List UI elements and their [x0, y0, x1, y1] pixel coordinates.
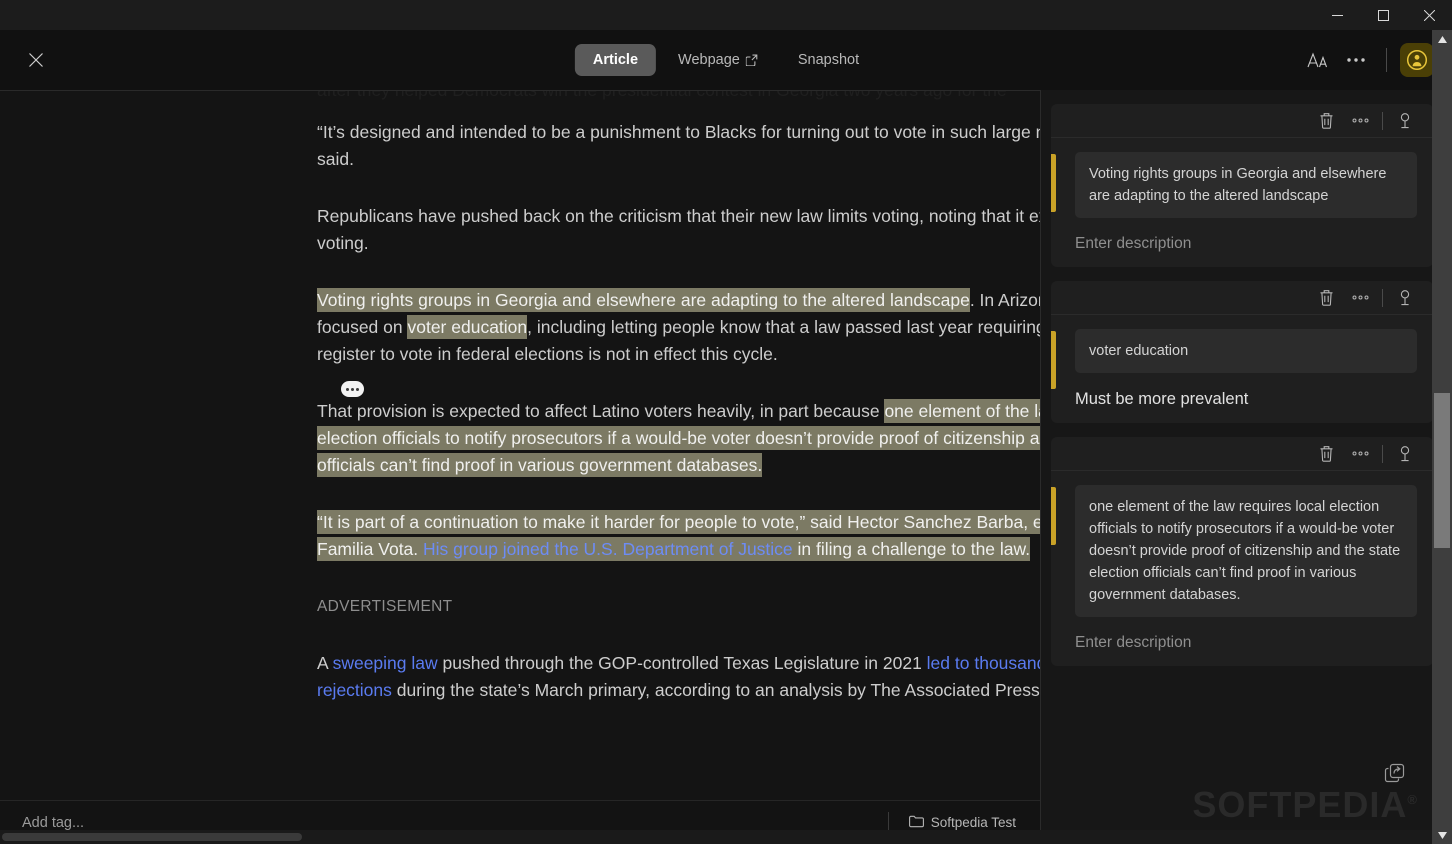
trash-icon[interactable] [1314, 286, 1338, 310]
font-size-icon[interactable] [1301, 43, 1335, 77]
close-reader-button[interactable] [22, 46, 50, 74]
highlighted-text: in filing a challenge to the law. [792, 537, 1031, 561]
highlight-card[interactable]: one element of the law requires local el… [1051, 437, 1432, 666]
highlight-card-body: voter education [1051, 315, 1432, 389]
window-titlebar [0, 0, 1452, 30]
pin-icon[interactable] [1393, 109, 1417, 133]
article-link[interactable]: sweeping law [333, 653, 438, 673]
window-maximize-button[interactable] [1360, 0, 1406, 30]
export-share-icon[interactable] [1380, 758, 1410, 788]
highlight-accent-bar [1051, 487, 1056, 545]
horizontal-scrollbar[interactable] [0, 830, 1432, 844]
highlight-quote-text[interactable]: voter education [1075, 329, 1417, 373]
folder-icon [908, 815, 924, 831]
reader-toolbar: Article Webpage Snapshot [0, 30, 1452, 90]
article-text: That provision is expected to affect Lat… [317, 401, 885, 421]
trash-icon[interactable] [1314, 442, 1338, 466]
tab-webpage[interactable]: Webpage [660, 44, 776, 76]
article-paragraph: “It’s designed and intended to be a puni… [317, 119, 1040, 173]
reader-window: after they helped Democrats win the pres… [0, 0, 1452, 844]
folder-name: Softpedia Test [930, 815, 1016, 830]
highlight-quote-text[interactable]: Voting rights groups in Georgia and else… [1075, 152, 1417, 218]
highlight-description-placeholder[interactable]: Enter description [1051, 617, 1432, 652]
article-text: pushed through the GOP-controlled Texas … [437, 653, 927, 673]
highlight-card-toolbar [1051, 104, 1432, 138]
horizontal-scroll-thumb[interactable] [2, 833, 302, 841]
highlight-card-toolbar [1051, 281, 1432, 315]
highlight-quote-text[interactable]: one element of the law requires local el… [1075, 485, 1417, 617]
softpedia-watermark: SOFTPEDIA® [1192, 784, 1418, 825]
add-tag-input[interactable]: Add tag... [22, 815, 888, 831]
highlights-sidebar: Voting rights groups in Georgia and else… [1040, 90, 1432, 844]
folder-indicator[interactable]: Softpedia Test [908, 815, 1016, 831]
article-text: A [317, 653, 333, 673]
pin-icon[interactable] [1393, 286, 1417, 310]
inline-note-indicator[interactable] [341, 381, 364, 397]
trash-icon[interactable] [1314, 109, 1338, 133]
highlighted-text: voter education [407, 315, 528, 339]
article-body: since 1992.ADVERTISEMENT“It’s designed a… [317, 91, 1040, 734]
more-options-icon[interactable] [1348, 442, 1372, 466]
highlight-accent-bar [1051, 154, 1056, 212]
article-pane[interactable]: after they helped Democrats win the pres… [0, 90, 1040, 844]
article-text: “It’s designed and intended to be a puni… [317, 122, 1040, 169]
tab-label: Snapshot [797, 52, 860, 68]
article-paragraph: Republicans have pushed back on the crit… [317, 203, 1040, 257]
highlight-card[interactable]: Voting rights groups in Georgia and else… [1051, 104, 1432, 267]
pin-icon[interactable] [1393, 442, 1417, 466]
article-paragraph: A sweeping law pushed through the GOP-co… [317, 650, 1040, 704]
highlight-description-placeholder[interactable]: Enter description [1051, 218, 1432, 253]
card-toolbar-divider [1382, 288, 1383, 307]
more-options-icon[interactable] [1339, 43, 1373, 77]
tab-label: Article [592, 52, 639, 68]
tab-article[interactable]: Article [574, 44, 657, 76]
vertical-scrollbar[interactable] [1432, 30, 1452, 844]
article-paragraph: “It is part of a continuation to make it… [317, 509, 1040, 563]
more-options-icon[interactable] [1348, 109, 1372, 133]
highlighted-text: Voting rights groups in Georgia and else… [317, 288, 970, 312]
highlight-card-body: one element of the law requires local el… [1051, 471, 1432, 617]
tab-label: Webpage [678, 52, 740, 68]
scroll-down-arrow[interactable] [1432, 826, 1452, 844]
article-text: Republicans have pushed back on the crit… [317, 206, 1040, 253]
article-text: ADVERTISEMENT [317, 598, 453, 615]
external-link-icon [745, 54, 758, 66]
card-toolbar-divider [1382, 444, 1383, 463]
article-paragraph: Voting rights groups in Georgia and else… [317, 287, 1040, 368]
highlighted-link: His group joined the U.S. Department of … [423, 537, 793, 561]
highlight-card-body: Voting rights groups in Georgia and else… [1051, 138, 1432, 218]
highlight-card[interactable]: voter education Must be more prevalent [1051, 281, 1432, 423]
scroll-up-arrow[interactable] [1432, 30, 1452, 48]
highlight-description[interactable]: Must be more prevalent [1051, 373, 1432, 409]
highlight-accent-bar [1051, 331, 1056, 389]
more-options-icon[interactable] [1348, 286, 1372, 310]
tab-snapshot[interactable]: Snapshot [780, 44, 877, 76]
view-mode-tabs: Article Webpage Snapshot [574, 44, 877, 76]
window-close-button[interactable] [1406, 0, 1452, 30]
window-minimize-button[interactable] [1314, 0, 1360, 30]
vertical-scroll-track[interactable] [1432, 48, 1452, 826]
vertical-scroll-thumb[interactable] [1434, 393, 1450, 548]
highlight-card-list: Voting rights groups in Georgia and else… [1051, 104, 1432, 680]
article-text: during the state’s March primary, accord… [391, 680, 1040, 700]
article-paragraph: That provision is expected to affect Lat… [317, 398, 1040, 479]
toolbar-divider [1386, 48, 1387, 72]
article-link[interactable]: His group joined the U.S. Department of … [423, 539, 793, 559]
toolbar-actions [1301, 43, 1434, 77]
advertisement-label: ADVERTISEMENT [317, 593, 1040, 620]
highlight-card-toolbar [1051, 437, 1432, 471]
account-avatar-icon[interactable] [1400, 43, 1434, 77]
card-toolbar-divider [1382, 111, 1383, 130]
